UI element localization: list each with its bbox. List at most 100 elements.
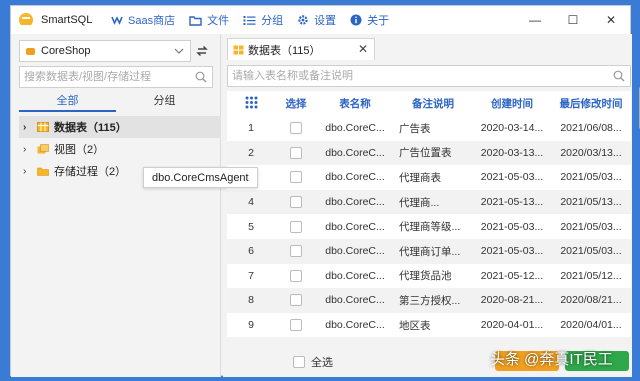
checkbox[interactable] [290, 319, 302, 332]
row-modified: 2021/06/08... [560, 122, 622, 135]
row-number: 2 [248, 146, 254, 159]
chevron-right-icon[interactable]: › [23, 166, 37, 177]
select-all[interactable]: 全选 [293, 354, 333, 370]
row-checkbox[interactable] [275, 171, 317, 184]
row-created: 2021-05-03... [480, 245, 544, 258]
database-icon [26, 47, 35, 55]
checkbox[interactable] [290, 171, 302, 184]
column-header-name[interactable]: 表名称 [317, 96, 393, 111]
row-table-name: dbo.CoreC... [325, 220, 385, 233]
sidebar-search[interactable] [19, 66, 213, 88]
table-row[interactable]: 2 dbo.CoreC... 广告位置表 2020-03-13... 2020/03/1… [227, 140, 631, 166]
tree-item-label: 存储过程（2） [54, 166, 127, 178]
column-header-created[interactable]: 创建时间 [473, 96, 551, 111]
menu-group[interactable]: 分组 [243, 12, 283, 28]
grid-header: 选择 表名称 备注说明 创建时间 最后修改时间 [227, 91, 631, 116]
row-checkbox[interactable] [275, 196, 317, 209]
tree-item-views[interactable]: › 视图（2） [19, 138, 221, 160]
table-icon [37, 122, 49, 132]
table-row[interactable]: 4 dbo.CoreC... 代理商... 2021-05-13... 2021/05/… [227, 189, 631, 215]
watermark: 头条 @奔真IT民工 [490, 351, 613, 368]
row-modified: 2021/05/13... [560, 196, 622, 209]
row-created: 2020-08-21... [480, 294, 544, 307]
close-button[interactable]: ✕ [592, 6, 630, 34]
row-checkbox[interactable] [275, 146, 317, 159]
tooltip: dbo.CoreCmsAgent [143, 167, 258, 188]
tab-group[interactable]: 分组 [116, 92, 213, 112]
folder-icon [189, 15, 202, 26]
row-checkbox[interactable] [275, 245, 317, 258]
menu-label: Saas商店 [128, 15, 176, 27]
checkbox[interactable] [290, 269, 302, 282]
chevron-right-icon[interactable]: › [23, 144, 37, 155]
menu-settings[interactable]: 设置 [297, 12, 336, 28]
checkbox[interactable] [290, 122, 302, 135]
column-menu-icon[interactable] [227, 96, 275, 112]
tree-item-label: 数据表（115） [54, 122, 127, 134]
table-grid: 选择 表名称 备注说明 创建时间 最后修改时间 1 dbo.CoreC... 广告表… [227, 91, 631, 344]
gear-icon [297, 14, 309, 26]
menu-about[interactable]: 关于 [350, 12, 389, 28]
database-name: CoreShop [41, 45, 91, 57]
database-select[interactable]: CoreShop [19, 40, 191, 62]
row-checkbox[interactable] [275, 319, 317, 332]
main-panel: 数据表（115） ✕ 选择 表名称 备注说明 创建 [223, 34, 632, 377]
menu-label: 设置 [314, 15, 337, 27]
search-icon[interactable] [195, 71, 207, 86]
row-created: 2020-03-14... [480, 122, 544, 135]
row-checkbox[interactable] [275, 269, 317, 282]
menu-file[interactable]: 文件 [189, 12, 229, 28]
chevron-right-icon[interactable]: › [23, 122, 37, 133]
table-search-input[interactable] [228, 66, 590, 86]
search-icon[interactable] [613, 70, 625, 85]
table-row[interactable]: 3dbo.CoreC...代理商表2021-05-03...2021/05/03… [227, 165, 631, 190]
table-row[interactable]: 8 dbo.CoreC... 第三方授权... 2020-08-21... 2020/0… [227, 288, 631, 313]
row-remark: 代理商表 [399, 171, 441, 184]
checkbox[interactable] [290, 196, 302, 209]
sidebar-search-input[interactable] [20, 67, 193, 87]
checkbox[interactable] [290, 245, 302, 258]
table-row[interactable]: 5 dbo.CoreC... 代理商等级... 2021-05-03... 2021/0… [227, 214, 631, 239]
checkbox[interactable] [290, 146, 302, 159]
tab-tables[interactable]: 数据表（115） ✕ [227, 38, 375, 60]
procedure-icon [37, 167, 49, 176]
table-row[interactable]: 6 dbo.CoreC... 代理商订单... 2021-05-03... 2021/0… [227, 238, 631, 264]
row-table-name: dbo.CoreC... [325, 171, 385, 184]
row-checkbox[interactable] [275, 122, 317, 135]
row-remark: 地区表 [399, 319, 431, 332]
maximize-button[interactable]: ☐ [554, 6, 592, 34]
table-search[interactable] [227, 65, 631, 87]
minimize-button[interactable]: — [516, 6, 554, 34]
sidebar-tabs: 全部 分组 [19, 92, 213, 112]
row-checkbox[interactable] [275, 294, 317, 307]
row-table-name: dbo.CoreC... [325, 196, 385, 209]
row-number: 1 [248, 122, 254, 135]
table-row[interactable]: 1 dbo.CoreC... 广告表 2020-03-14... 2021/06/08.… [227, 116, 631, 141]
row-number: 6 [248, 245, 254, 258]
row-checkbox[interactable] [275, 220, 317, 233]
app-title: SmartSQL [41, 14, 93, 26]
table-row[interactable]: 7 dbo.CoreC... 代理货品池 2021-05-12... 2021/05/1… [227, 264, 631, 289]
tree-item-tables[interactable]: › 数据表（115） [19, 116, 221, 138]
checkbox[interactable] [290, 294, 302, 307]
column-header-modified[interactable]: 最后修改时间 [551, 96, 631, 111]
tab-label: 数据表（115） [248, 44, 321, 57]
checkbox[interactable] [290, 220, 302, 233]
table-row[interactable]: 10dbo.CoreC............ [227, 337, 631, 344]
menu-saas-store[interactable]: Saas商店 [111, 12, 175, 28]
tree-item-label: 视图（2） [54, 144, 105, 156]
row-remark: 代理商等级... [399, 221, 461, 234]
tab-all[interactable]: 全部 [19, 92, 116, 112]
close-icon[interactable]: ✕ [358, 42, 368, 56]
sidebar: CoreShop 全部 分组 › 数据表（115） › [11, 34, 221, 377]
column-header-remark[interactable]: 备注说明 [393, 96, 473, 111]
refresh-icon[interactable] [195, 44, 209, 61]
column-header-select[interactable]: 选择 [275, 96, 317, 111]
row-table-name: dbo.CoreC... [325, 294, 385, 307]
row-modified: 2021/05/03... [560, 245, 622, 258]
row-modified: 2020/03/13... [560, 146, 622, 159]
menu-label: 分组 [261, 15, 284, 27]
table-row[interactable]: 9 dbo.CoreC... 地区表 2020-04-01... 2020/04/01.… [227, 313, 631, 338]
row-table-name: dbo.CoreC... [325, 319, 385, 332]
select-all-checkbox[interactable] [293, 356, 305, 368]
